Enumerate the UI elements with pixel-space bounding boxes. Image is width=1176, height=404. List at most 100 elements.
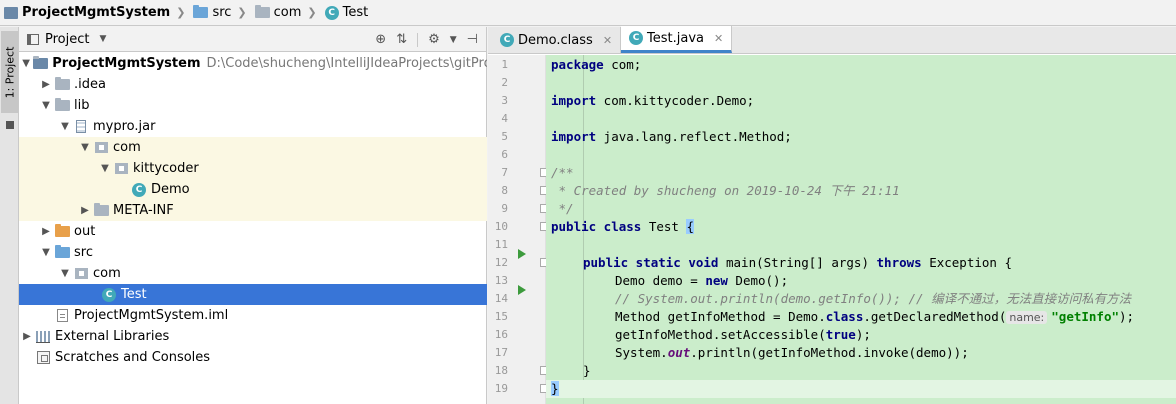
libraries-icon (35, 330, 51, 344)
run-class-icon[interactable] (518, 249, 526, 259)
expanded-arrow-icon[interactable]: ▼ (40, 242, 52, 263)
tree-item-out[interactable]: ▶ out (19, 221, 487, 242)
code-token: throws (876, 255, 922, 270)
tree-item-external-libraries[interactable]: ▶ External Libraries (19, 326, 487, 347)
code-token: java.lang.reflect.Method; (596, 129, 792, 144)
tab-demo-class[interactable]: C Demo.class ✕ (492, 27, 622, 53)
project-path: D:\Code\shucheng\IntelliJIdeaProjects\gi… (206, 56, 487, 71)
tree-item-meta-inf[interactable]: ▶ META-INF (19, 200, 487, 221)
code-comment: */ (551, 201, 574, 216)
tree-item-label: com (93, 266, 121, 281)
tab-test-java[interactable]: C Test.java ✕ (621, 26, 733, 53)
code-string: "getInfo" (1051, 309, 1119, 324)
brace-match: { (686, 219, 694, 234)
breadcrumb-com[interactable]: com ❯ (254, 0, 325, 26)
expanded-arrow-icon[interactable]: ▼ (21, 53, 31, 74)
expanded-arrow-icon[interactable]: ▼ (79, 137, 91, 158)
tree-item-src[interactable]: ▼ src (19, 242, 487, 263)
line-number: 7 (501, 166, 508, 179)
tree-item-label: mypro.jar (93, 119, 156, 134)
close-icon[interactable]: ✕ (714, 32, 723, 45)
code-area[interactable]: package com; import com.kittycoder.Demo;… (546, 55, 1176, 404)
collapsed-arrow-icon[interactable]: ▶ (79, 200, 91, 221)
code-token: System. (615, 345, 668, 360)
line-number: 9 (501, 202, 508, 215)
tree-item-label: src (74, 245, 93, 260)
locate-icon[interactable]: ⊕ (375, 32, 386, 47)
collapse-all-icon[interactable]: ⇅ (396, 32, 407, 47)
tool-window-icon[interactable] (6, 121, 14, 129)
tree-item-lib[interactable]: ▼ lib (19, 95, 487, 116)
line-number: 17 (494, 346, 508, 359)
tree-item-mypro-jar[interactable]: ▼ mypro.jar (19, 116, 487, 137)
jar-icon (73, 120, 89, 134)
tree-item-com-src[interactable]: ▼ com (19, 263, 487, 284)
source-folder-icon (193, 5, 209, 18)
expanded-arrow-icon[interactable]: ▼ (59, 263, 71, 284)
tree-item-test[interactable]: C Test (19, 284, 487, 305)
iml-file-icon (54, 309, 70, 323)
code-token: Demo demo = (615, 273, 706, 288)
tree-item-label: out (74, 224, 96, 239)
tree-item-project-root[interactable]: ▼ ProjectMgmtSystem D:\Code\shucheng\Int… (19, 53, 487, 74)
tree-item-label: .idea (74, 77, 106, 92)
code-comment: /** (551, 165, 574, 180)
project-panel-header: Project ▼ ⊕ ⇅ ⚙ ▼ ⊣ (19, 27, 486, 52)
editor-tabs: C Demo.class ✕ C Test.java ✕ (488, 26, 1176, 54)
parameter-hint: name: (1006, 311, 1048, 324)
line-number: 19 (494, 382, 508, 395)
project-panel-title[interactable]: Project (45, 32, 89, 47)
code-token: package (551, 57, 604, 72)
code-line: } (546, 362, 1176, 380)
line-number: 4 (501, 112, 508, 125)
expanded-arrow-icon[interactable]: ▼ (40, 95, 52, 116)
tree-item-iml[interactable]: ProjectMgmtSystem.iml (19, 305, 487, 326)
tree-item-idea[interactable]: ▶ .idea (19, 74, 487, 95)
tree-item-label: ProjectMgmtSystem.iml (74, 308, 229, 323)
code-token: main(String[] args) (718, 255, 877, 270)
tree-item-demo[interactable]: C Demo (19, 179, 487, 200)
code-line: getInfoMethod.setAccessible(true); (546, 326, 1176, 344)
navigation-bar: ProjectMgmtSystem ❯ src ❯ com ❯ C Test (0, 0, 1176, 26)
chevron-down-icon[interactable]: ▼ (99, 34, 106, 44)
expanded-arrow-icon[interactable]: ▼ (99, 158, 111, 179)
breadcrumb-src[interactable]: src ❯ (193, 0, 254, 26)
tree-item-com-lib[interactable]: ▼ com (19, 137, 487, 158)
package-icon (113, 162, 129, 176)
tree-item-label: com (113, 140, 141, 155)
chevron-down-small-icon[interactable]: ▼ (450, 35, 457, 45)
java-class-icon: C (500, 33, 514, 47)
tree-item-label: kittycoder (133, 161, 199, 176)
code-line: System.out.println(getInfoMethod.invoke(… (546, 344, 1176, 362)
tab-label: Test.java (647, 30, 705, 46)
tree-item-kittycoder[interactable]: ▼ kittycoder (19, 158, 487, 179)
breadcrumb-project-label: ProjectMgmtSystem (22, 5, 171, 20)
tree-item-label: ProjectMgmtSystem (52, 56, 201, 71)
breadcrumb-com-label: com (273, 5, 302, 20)
code-line: Demo demo = new Demo(); (546, 272, 1176, 290)
project-tree: ▼ ProjectMgmtSystem D:\Code\shucheng\Int… (19, 53, 487, 368)
chevron-right-icon: ❯ (237, 6, 247, 19)
java-class-icon: C (101, 287, 117, 302)
collapsed-arrow-icon[interactable]: ▶ (40, 221, 52, 242)
java-class-icon: C (131, 182, 147, 197)
breadcrumb-project[interactable]: ProjectMgmtSystem ❯ (4, 0, 193, 26)
tree-item-scratches[interactable]: Scratches and Consoles (19, 347, 487, 368)
project-tool-tab[interactable]: 1: Project (1, 31, 18, 113)
code-line: import java.lang.reflect.Method; (546, 128, 1176, 146)
gear-icon[interactable]: ⚙ (428, 32, 440, 47)
package-icon (93, 141, 109, 155)
expanded-arrow-icon[interactable]: ▼ (59, 116, 71, 137)
hide-icon[interactable]: ⊣ (467, 32, 478, 47)
line-number: 2 (501, 76, 508, 89)
line-number: 8 (501, 184, 508, 197)
chevron-right-icon: ❯ (176, 6, 186, 19)
collapsed-arrow-icon[interactable]: ▶ (40, 74, 52, 95)
code-token: getInfoMethod.setAccessible( (615, 327, 826, 342)
collapsed-arrow-icon[interactable]: ▶ (21, 326, 33, 347)
toolbar-divider (417, 32, 419, 47)
breadcrumb-test[interactable]: C Test (324, 0, 371, 26)
line-number: 14 (494, 292, 508, 305)
run-main-icon[interactable] (518, 285, 526, 295)
close-icon[interactable]: ✕ (603, 34, 612, 47)
